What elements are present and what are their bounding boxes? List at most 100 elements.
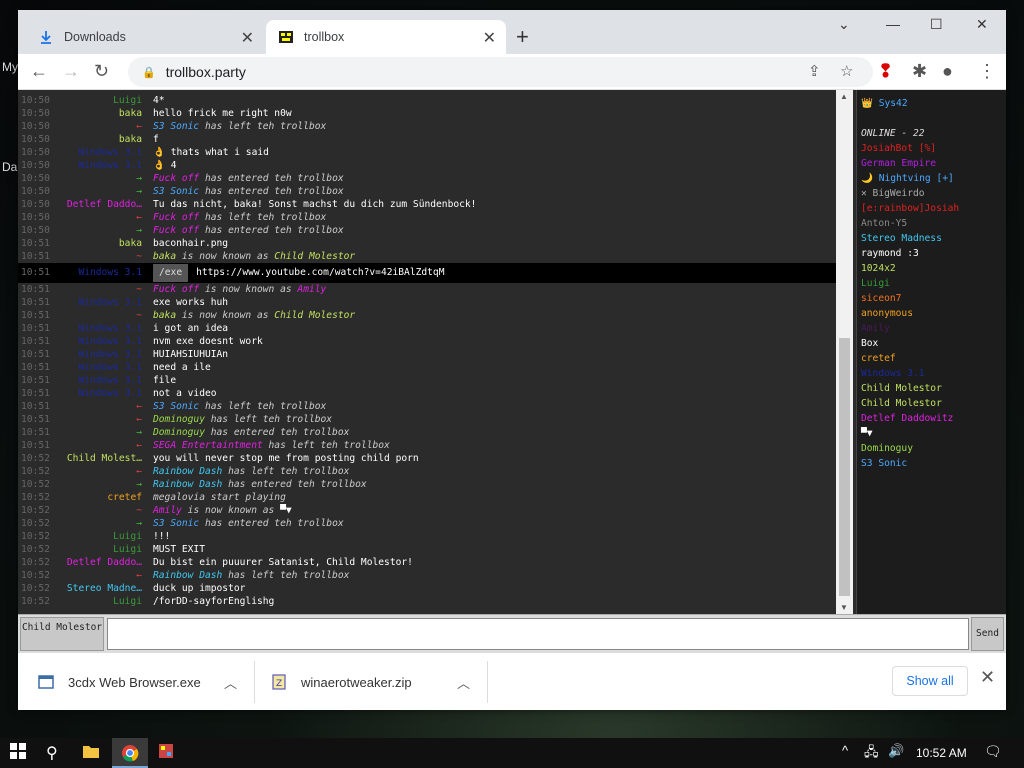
user-list-item[interactable]: 1024x2 — [857, 261, 1006, 276]
close-tab-icon[interactable]: ✕ — [483, 28, 496, 48]
tab-label: Downloads — [64, 30, 126, 44]
user-list-item[interactable]: Windows 3.1 — [857, 366, 1006, 381]
reload-button[interactable]: ↻ — [94, 61, 109, 82]
extensions-puzzle-icon[interactable]: ✱ — [912, 61, 927, 82]
user-list-item[interactable]: Child Molestor — [857, 381, 1006, 396]
download-item[interactable]: Z winaerotweaker.zip ︿ — [271, 653, 487, 711]
menu-kebab-icon[interactable]: ⋮ — [978, 61, 996, 82]
chat-row: 10:50 Windows 3.1 👌 4 — [18, 159, 836, 172]
back-button[interactable]: ← — [30, 61, 48, 82]
chat-message: S3 Sonic has entered teh trollbox — [153, 517, 344, 530]
trollbox-page: 10:50 Luigi 4* 10:50 baka hello frick me righ… — [18, 90, 1006, 652]
message-text: SEGA Entertaintment — [153, 440, 263, 451]
user-list-item[interactable]: Anton-Y5 — [857, 216, 1006, 231]
user-list-item[interactable]: 👑 Sys42 — [857, 96, 1006, 111]
user-list-item[interactable]: Stereo Madness — [857, 231, 1006, 246]
user-list-item[interactable]: Dominoguy — [857, 441, 1006, 456]
share-icon[interactable]: ⇪ — [808, 62, 821, 80]
app-taskbar-icon[interactable] — [158, 743, 174, 764]
user-list-item[interactable]: German Empire — [857, 156, 1006, 171]
tab-trollbox[interactable]: trollbox ✕ — [266, 20, 506, 54]
tray-chevron-icon[interactable]: ^ — [842, 743, 848, 758]
new-tab-button[interactable]: + — [516, 24, 529, 50]
chat-row: 10:51 Windows 3.1 need a ile — [18, 361, 836, 374]
user-list-item[interactable]: JosiahBot [%] — [857, 141, 1006, 156]
chat-message[interactable]: /exe https://www.youtube.com/watch?v=42iB… — [153, 263, 444, 283]
lock-icon: 🔒 — [142, 66, 156, 79]
exe-badge: /exe — [153, 264, 189, 282]
chat-message: /forDD-sayforEnglishg — [153, 595, 274, 608]
search-icon[interactable]: ⚲ — [46, 743, 58, 763]
chat-row: 10:50 → Fuck off has entered teh trollbox — [18, 172, 836, 185]
user-list-item[interactable]: raymond :3 — [857, 246, 1006, 261]
scroll-down-icon[interactable]: ▼ — [840, 603, 848, 612]
chrome-taskbar-button[interactable] — [112, 738, 148, 768]
extension-red-icon[interactable]: ❢ — [878, 61, 893, 82]
message-text: Fuck off — [153, 173, 200, 184]
network-icon[interactable]: 🖧 — [864, 743, 879, 765]
chat-timestamp: 10:52 — [21, 505, 50, 516]
tab-downloads[interactable]: Downloads ✕ — [26, 20, 264, 54]
address-bar[interactable]: 🔒 trollbox.party ⇪ ☆ — [128, 57, 873, 87]
system-text: has left teh trollbox — [199, 121, 327, 132]
maximize-button[interactable]: ☐ — [930, 16, 943, 33]
download-item[interactable]: 3cdx Web Browser.exe ︿ — [38, 653, 254, 711]
close-tab-icon[interactable]: ✕ — [241, 28, 254, 48]
message-text: S3 Sonic — [153, 401, 200, 412]
volume-icon[interactable]: 🔊 — [888, 743, 904, 759]
windows-start-icon[interactable] — [10, 743, 26, 764]
user-list-item[interactable]: ▀▼ — [857, 426, 1006, 441]
user-list-item[interactable]: siceon7 — [857, 291, 1006, 306]
show-all-button[interactable]: Show all — [892, 666, 968, 696]
message-link[interactable]: https://www.youtube.com/watch?v=42iBAlZd… — [196, 267, 444, 278]
chevron-up-icon[interactable]: ︿ — [224, 673, 237, 692]
chat-timestamp: 10:52 — [21, 492, 50, 503]
chat-message: Dominoguy has left teh trollbox — [153, 413, 332, 426]
chat-message: baconhair.png — [153, 237, 228, 250]
chat-message: 👌 thats what i said — [153, 146, 269, 159]
scroll-thumb[interactable] — [839, 338, 850, 596]
tab-search-icon[interactable]: ⌄ — [838, 16, 850, 33]
chat-message: file — [153, 374, 176, 387]
chat-timestamp: 10:51 — [21, 401, 50, 412]
chat-scrollbar[interactable]: ▲ ▼ — [836, 90, 853, 614]
nickname-button[interactable]: Child Molestor — [20, 617, 104, 651]
taskbar: ⚲ ^ 🖧 🔊 10:52 AM 🗨 — [0, 738, 1024, 768]
user-list-item[interactable]: Box — [857, 336, 1006, 351]
chat-row: 10:50 baka hello frick me right n0w — [18, 107, 836, 120]
message-input[interactable] — [107, 618, 969, 650]
send-button[interactable]: Send — [971, 617, 1004, 651]
user-list-item[interactable]: Luigi — [857, 276, 1006, 291]
chat-nick: Luigi — [113, 596, 142, 607]
user-list-item[interactable]: anonymous — [857, 306, 1006, 321]
message-text: !!! — [153, 531, 171, 542]
taskbar-clock[interactable]: 10:52 AM — [916, 746, 967, 760]
minimize-button[interactable]: — — [886, 16, 900, 32]
forward-button[interactable]: → — [62, 61, 80, 82]
scroll-up-icon[interactable]: ▲ — [840, 92, 848, 101]
new-nick: Child Molestor — [268, 310, 356, 321]
user-list-item[interactable]: S3 Sonic — [857, 456, 1006, 471]
user-list-item[interactable]: Amily — [857, 321, 1006, 336]
chat-row: 10:51 ← SEGA Entertaintment has left teh t… — [18, 439, 836, 452]
notification-icon[interactable]: 🗨 — [984, 743, 1002, 760]
close-shelf-icon[interactable]: ✕ — [980, 667, 995, 688]
chat-nick: Detlef Daddo… — [66, 199, 142, 210]
file-explorer-icon[interactable] — [82, 743, 100, 764]
user-list-item[interactable]: [e:rainbow]Josiah — [857, 201, 1006, 216]
message-text: 4* — [153, 95, 165, 106]
user-list-item[interactable]: Child Molestor — [857, 396, 1006, 411]
user-list: 👑 Sys42 ONLINE - 22 JosiahBot [%] German E… — [856, 90, 1006, 614]
user-list-item[interactable]: 🌙 Nightving [+] — [857, 171, 1006, 186]
user-list-item[interactable]: ✕ BigWeirdo — [857, 186, 1006, 201]
chevron-up-icon[interactable]: ︿ — [457, 673, 470, 692]
user-list-item[interactable]: cretef — [857, 351, 1006, 366]
close-window-button[interactable]: ✕ — [976, 16, 988, 33]
chat-timestamp: 10:51 — [21, 284, 50, 295]
chat-message: baka is now known as Child Molestor — [153, 250, 355, 263]
system-text: has left teh trollbox — [222, 466, 350, 477]
bookmark-star-icon[interactable]: ☆ — [840, 62, 853, 80]
profile-avatar-icon[interactable]: ● — [942, 61, 953, 82]
chat-row: 10:50 Luigi 4* — [18, 94, 836, 107]
user-list-item[interactable]: Detlef Daddowitz — [857, 411, 1006, 426]
